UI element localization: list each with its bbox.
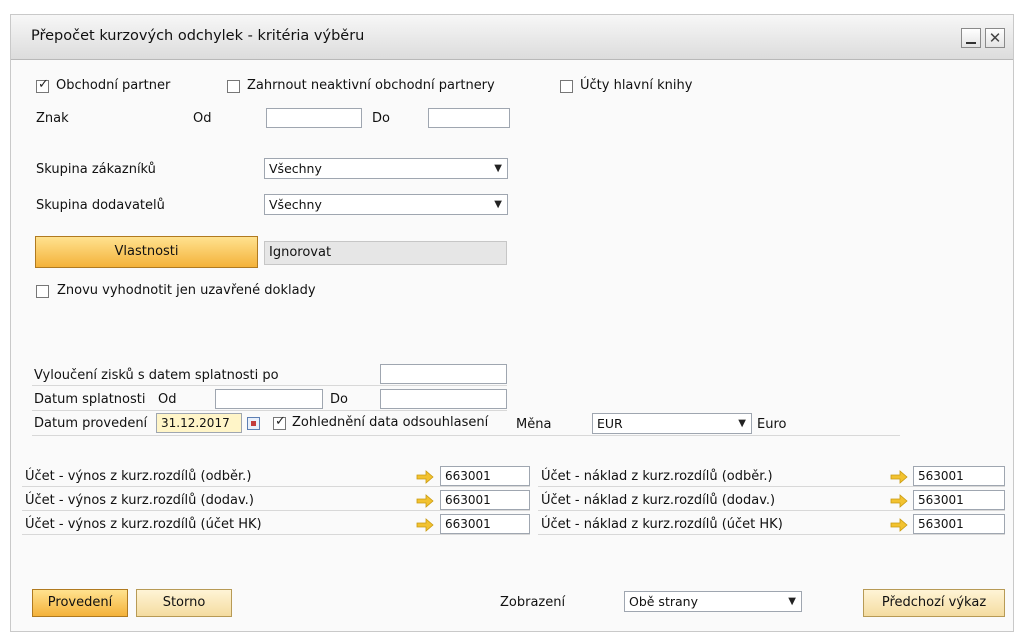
row-divider <box>22 534 530 535</box>
provedeni-button[interactable]: Provedení <box>32 589 128 617</box>
row-divider <box>32 385 507 386</box>
zobrazeni-select[interactable]: Obě strany ▼ <box>624 591 802 612</box>
ucet-naklad-dodav-input[interactable]: 563001 <box>913 490 1005 510</box>
skupina-dodavatelu-label: Skupina dodavatelů <box>36 198 165 213</box>
mena-name: Euro <box>757 417 787 432</box>
row-divider <box>538 510 1005 511</box>
row-divider <box>32 410 507 411</box>
ucet-naklad-odber-input[interactable]: 563001 <box>913 466 1005 486</box>
ucet-vynos-dodav-input[interactable]: 663001 <box>440 490 530 510</box>
row-divider <box>32 435 900 436</box>
row-divider <box>538 534 1005 535</box>
window-title: Přepočet kurzových odchylek - kritéria v… <box>31 28 365 44</box>
datum-splatnosti-do-label: Do <box>330 392 348 407</box>
zahrnout-neaktivni-label: Zahrnout neaktivní obchodní partnery <box>247 78 495 93</box>
skupina-zakazniku-select[interactable]: Všechny ▼ <box>264 158 508 179</box>
datum-provedeni-input[interactable]: 31.12.2017 <box>156 413 242 433</box>
znak-od-input[interactable] <box>266 108 362 128</box>
link-arrow-icon[interactable] <box>416 494 434 508</box>
dialog-window: Přepočet kurzových odchylek - kritéria v… <box>10 14 1014 632</box>
ucty-hlavni-knihy-label: Účty hlavní knihy <box>580 78 693 93</box>
znak-do-input[interactable] <box>428 108 510 128</box>
znak-do-label: Do <box>372 111 390 126</box>
ucet-naklad-hk-label: Účet - náklad z kurz.rozdílů (účet HK) <box>541 517 783 532</box>
zohledneni-label: Zohlednění data odsouhlasení <box>292 415 489 430</box>
ucet-vynos-hk-label: Účet - výnos z kurz.rozdílů (účet HK) <box>25 517 262 532</box>
checkmark-icon: ✓ <box>38 77 49 92</box>
checkmark-icon: ✓ <box>275 414 286 429</box>
skupina-zakazniku-label: Skupina zákazníků <box>36 162 156 177</box>
ucet-vynos-odber-input[interactable]: 663001 <box>440 466 530 486</box>
close-icon: ✕ <box>988 29 1002 47</box>
row-divider <box>22 510 530 511</box>
datum-splatnosti-od-input[interactable] <box>215 389 323 409</box>
znak-label: Znak <box>36 111 69 126</box>
zobrazeni-value: Obě strany <box>629 594 698 609</box>
dropdown-arrow-icon: ▼ <box>494 199 502 210</box>
close-button[interactable]: ✕ <box>985 28 1005 48</box>
datum-splatnosti-od-label: Od <box>158 392 177 407</box>
row-divider <box>538 486 1005 487</box>
link-arrow-icon[interactable] <box>890 518 908 532</box>
dropdown-arrow-icon: ▼ <box>788 596 796 607</box>
ucet-naklad-dodav-label: Účet - náklad z kurz.rozdílů (dodav.) <box>541 493 776 508</box>
ucty-hlavni-knihy-checkbox[interactable] <box>560 80 573 93</box>
vlastnosti-button[interactable]: Vlastnosti <box>35 236 258 268</box>
obchodni-partner-checkbox[interactable]: ✓ <box>36 77 49 93</box>
skupina-dodavatelu-value: Všechny <box>269 197 322 212</box>
link-arrow-icon[interactable] <box>416 518 434 532</box>
datum-splatnosti-label: Datum splatnosti <box>34 392 146 407</box>
znovu-vyhodnotit-checkbox[interactable] <box>36 285 49 298</box>
mena-value: EUR <box>597 416 623 431</box>
dropdown-arrow-icon: ▼ <box>738 418 746 429</box>
znak-od-label: Od <box>193 111 212 126</box>
ucet-naklad-hk-input[interactable]: 563001 <box>913 514 1005 534</box>
datum-provedeni-label: Datum provedení <box>34 416 148 431</box>
obchodni-partner-label: Obchodní partner <box>56 78 171 93</box>
vylouceni-zisku-input[interactable] <box>380 364 507 384</box>
datum-splatnosti-do-input[interactable] <box>380 389 507 409</box>
minimize-button[interactable] <box>961 28 981 48</box>
ucet-vynos-dodav-label: Účet - výnos z kurz.rozdílů (dodav.) <box>25 493 254 508</box>
mena-select[interactable]: EUR ▼ <box>592 413 752 434</box>
mena-label: Měna <box>516 417 552 432</box>
zohledneni-checkbox[interactable]: ✓ <box>273 414 286 430</box>
ucet-vynos-hk-input[interactable]: 663001 <box>440 514 530 534</box>
znovu-vyhodnotit-label: Znovu vyhodnotit jen uzavřené doklady <box>57 283 316 298</box>
vlastnosti-value: Ignorovat <box>264 241 507 265</box>
zobrazeni-label: Zobrazení <box>500 595 566 610</box>
vylouceni-zisku-label: Vyloučení zisků s datem splatnosti po <box>34 368 279 383</box>
link-arrow-icon[interactable] <box>890 470 908 484</box>
row-divider <box>22 486 530 487</box>
skupina-dodavatelu-select[interactable]: Všechny ▼ <box>264 194 508 215</box>
ucet-vynos-odber-label: Účet - výnos z kurz.rozdílů (odběr.) <box>25 469 252 484</box>
link-arrow-icon[interactable] <box>890 494 908 508</box>
dropdown-arrow-icon: ▼ <box>494 163 502 174</box>
ucet-naklad-odber-label: Účet - náklad z kurz.rozdílů (odběr.) <box>541 469 773 484</box>
skupina-zakazniku-value: Všechny <box>269 161 322 176</box>
storno-button[interactable]: Storno <box>136 589 232 617</box>
predchozi-vykaz-button[interactable]: Předchozí výkaz <box>863 589 1005 617</box>
calendar-icon[interactable] <box>247 417 260 430</box>
zahrnout-neaktivni-checkbox[interactable] <box>227 80 240 93</box>
title-bar: Přepočet kurzových odchylek - kritéria v… <box>11 15 1013 60</box>
link-arrow-icon[interactable] <box>416 470 434 484</box>
